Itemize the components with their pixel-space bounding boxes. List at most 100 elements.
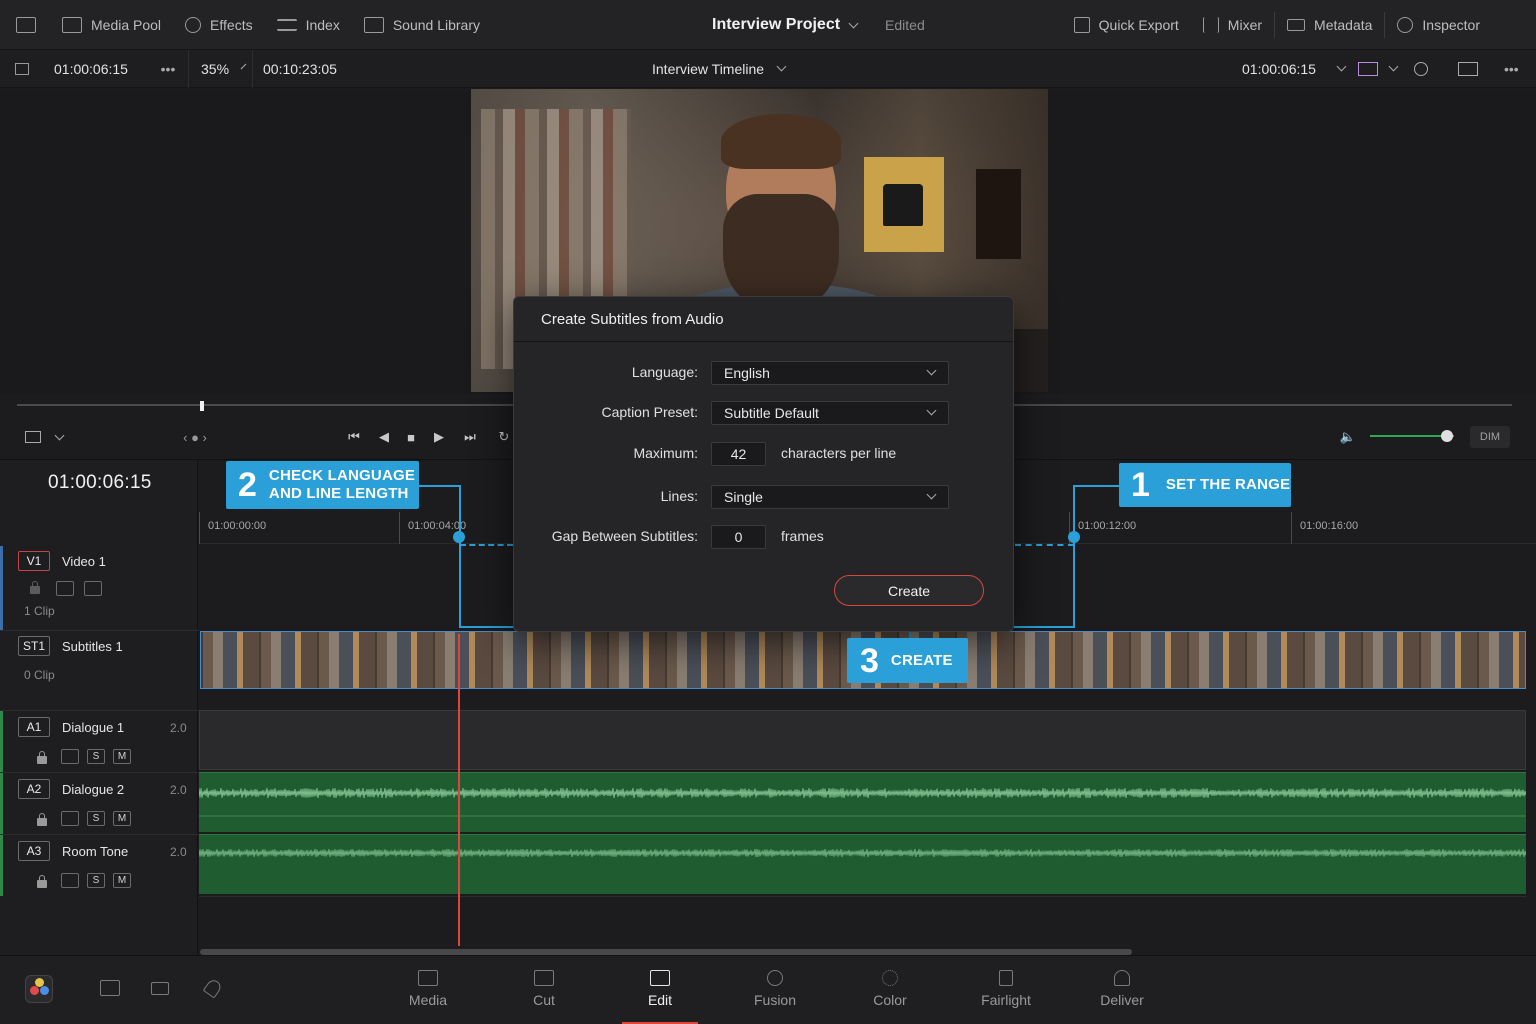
track-name[interactable]: Video 1 [62,554,106,569]
audio-lane-a1[interactable] [199,710,1526,770]
zoom-select[interactable]: 35% [188,49,252,88]
viewer-mode-button[interactable] [0,50,44,88]
mixer-button[interactable]: Mixer [1191,0,1274,50]
timeline-select[interactable]: Interview Timeline [642,50,795,88]
auto-select-icon[interactable] [61,811,79,826]
project-title-area[interactable]: Interview Project Edited [712,0,925,50]
callout-number: 2 [238,466,257,504]
solo-button[interactable]: S [87,873,105,888]
page-edit[interactable]: Edit [620,956,700,1024]
viewer-scrub-handle[interactable] [200,401,204,411]
workspace-layout-button[interactable] [0,0,50,50]
track-name[interactable]: Dialogue 2 [62,782,124,797]
record-timecode-value: 01:00:06:15 [1242,60,1316,77]
metadata-button[interactable]: Metadata [1275,0,1384,50]
channel-format: 2.0 [170,783,187,797]
callout-connector [1014,626,1075,628]
quick-export-button[interactable]: Quick Export [1062,0,1191,50]
solo-button[interactable]: S [87,811,105,826]
auto-select-icon[interactable] [61,749,79,764]
speaker-icon[interactable]: 🔈 [1335,418,1361,456]
track-header-a3: A3 Room Tone 2.0 S M [0,834,198,896]
dim-button[interactable]: DIM [1470,426,1510,448]
caption-preset-label: Caption Preset: [601,404,699,420]
page-fairlight[interactable]: Fairlight [966,956,1046,1024]
track-name[interactable]: Subtitles 1 [62,639,123,654]
media-pool-label: Media Pool [91,16,162,33]
playhead[interactable] [458,634,460,946]
track-tag[interactable]: A3 [18,841,50,861]
auto-select-icon[interactable] [56,581,74,596]
viewer-layout-button[interactable] [1448,50,1488,88]
sound-library-button[interactable]: Sound Library [352,0,492,50]
mute-button[interactable]: M [113,811,131,826]
chevron-down-icon[interactable] [46,418,72,456]
track-tag[interactable]: V1 [18,551,50,571]
sound-library-label: Sound Library [392,16,481,33]
range-out-point[interactable] [1068,531,1080,543]
zoom-tool-button[interactable] [1404,50,1438,88]
lock-icon[interactable] [30,581,40,594]
caption-preset-value: Subtitle Default [724,405,819,421]
folder-icon[interactable] [151,982,169,995]
create-button[interactable]: Create [834,575,984,606]
play-icon[interactable]: ▶ [426,418,452,456]
lines-select[interactable]: Single [711,485,949,509]
color-page-icon [882,970,898,986]
mute-button[interactable]: M [113,873,131,888]
language-select[interactable]: English [711,361,949,385]
auto-select-icon[interactable] [61,873,79,888]
safe-area-button[interactable] [20,418,46,456]
media-pool-button[interactable]: Media Pool [50,0,173,50]
track-tag[interactable]: A1 [18,717,50,737]
timeline-duration: 00:10:23:05 [252,49,352,88]
gap-frames-input[interactable]: 0 [711,525,766,549]
caption-preset-select[interactable]: Subtitle Default [711,401,949,425]
play-reverse-icon[interactable]: ◀ [371,418,397,456]
track-enable-icon[interactable] [84,581,102,596]
more-options-icon[interactable]: ••• [1494,50,1529,88]
page-cut[interactable]: Cut [504,956,584,1024]
audio-clip-a3[interactable] [199,834,1526,894]
page-deliver[interactable]: Deliver [1082,956,1162,1024]
inspector-button[interactable]: Inspector [1385,0,1492,50]
track-name[interactable]: Room Tone [62,844,128,859]
track-name[interactable]: Dialogue 1 [62,720,124,735]
chevron-down-icon [1388,61,1399,72]
page-media[interactable]: Media [388,956,468,1024]
ruler-tick: 01:00:16:00 [1291,512,1358,544]
lock-icon[interactable] [37,813,47,826]
track-tag[interactable]: A2 [18,779,50,799]
mute-button[interactable]: M [113,749,131,764]
maximum-characters-input[interactable]: 42 [711,442,766,466]
callout-number: 1 [1131,466,1150,504]
output-monitor-button[interactable] [1348,50,1407,88]
effects-button[interactable]: Effects [173,0,265,50]
audio-clip-a2[interactable] [199,772,1526,832]
stop-icon[interactable]: ■ [398,418,424,456]
chevron-down-icon[interactable] [1336,61,1347,72]
davinci-resolve-logo[interactable] [25,975,53,1003]
range-marker-dashed [460,544,513,546]
volume-slider-handle[interactable] [1441,430,1454,442]
go-to-start-icon[interactable]: ⏮ [341,418,367,456]
metadata-icon [1287,19,1306,31]
page-fusion[interactable]: Fusion [735,956,815,1024]
lock-icon[interactable] [37,751,47,764]
record-timecode: 01:00:06:15 [1232,50,1355,88]
lock-icon[interactable] [37,875,47,888]
go-to-end-icon[interactable]: ⏭ [457,418,483,456]
more-options-icon[interactable]: ••• [148,50,188,88]
layout-icon [16,16,36,33]
cut-tools-icon[interactable] [100,980,120,996]
range-in-point[interactable] [453,531,465,543]
dialog-title: Create Subtitles from Audio [541,311,724,328]
track-tag[interactable]: ST1 [18,636,50,656]
rocket-icon[interactable] [202,977,224,999]
callout-set-range: 1 SET THE RANGE [1119,463,1291,507]
jog-control[interactable]: ‹ ● › [175,418,215,456]
solo-button[interactable]: S [87,749,105,764]
page-color[interactable]: Color [850,956,930,1024]
index-button[interactable]: Index [265,0,352,50]
timeline-name: Interview Timeline [652,60,765,77]
